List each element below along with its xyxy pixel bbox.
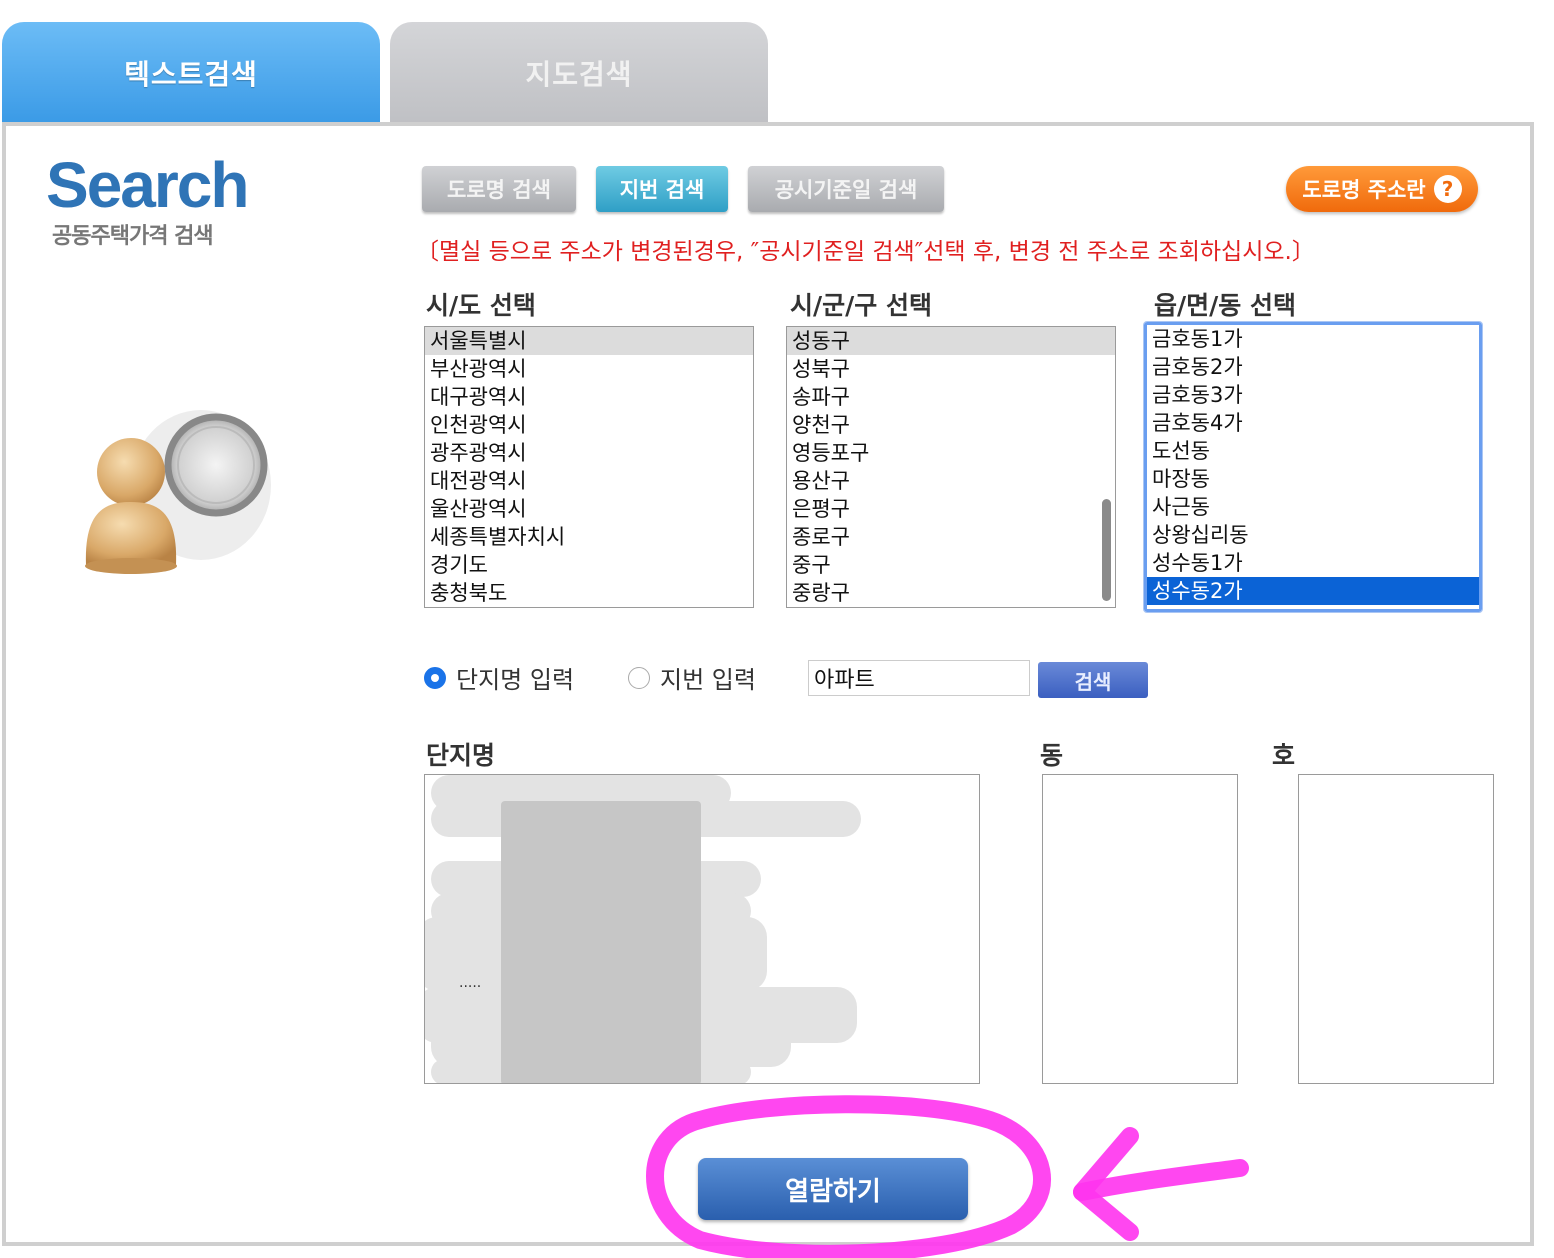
radio-complex-name[interactable]: 단지명 입력 xyxy=(424,660,574,695)
list-option[interactable]: 상왕십리동 xyxy=(1147,521,1479,549)
list-option[interactable]: 영등포구 xyxy=(787,439,1115,467)
eupmyeondong-listbox[interactable]: 금호동1가 금호동2가 금호동3가 금호동4가 도선동 마장동 사근동 상왕십리… xyxy=(1143,321,1483,613)
list-option[interactable]: 서울특별시 xyxy=(425,327,753,355)
list-option[interactable]: 금호동1가 xyxy=(1147,325,1479,353)
list-option[interactable]: 중랑구 xyxy=(787,579,1115,607)
question-icon: ? xyxy=(1433,175,1462,203)
logo-subtitle: 공동주택가격 검색 xyxy=(52,224,214,249)
lot-number-search-button[interactable]: 지번 검색 xyxy=(596,166,728,212)
sido-listbox[interactable]: 서울특별시 부산광역시 대구광역시 인천광역시 광주광역시 대전광역시 울산광역… xyxy=(424,326,754,608)
list-option[interactable]: 성동구 xyxy=(787,327,1115,355)
notice-date-search-button[interactable]: 공시기준일 검색 xyxy=(748,166,944,212)
list-option[interactable]: 경기도 xyxy=(425,551,753,579)
list-option[interactable]: 마장동 xyxy=(1147,465,1479,493)
list-option[interactable]: 대구광역시 xyxy=(425,383,753,411)
tab-text-search[interactable]: 텍스트검색 xyxy=(2,22,380,124)
list-option[interactable]: 도선동 xyxy=(1147,437,1479,465)
notice-text: 〔멸실 등으로 주소가 변경된경우, ″공시기준일 검색″선택 후, 변경 전 … xyxy=(416,239,1315,265)
list-option[interactable]: 양천구 xyxy=(787,411,1115,439)
list-option[interactable]: 사근동 xyxy=(1147,493,1479,521)
radio-checked-icon[interactable] xyxy=(424,666,446,689)
redacted-block xyxy=(501,801,701,1083)
eupmyeondong-label: 읍/면/동 선택 xyxy=(1154,291,1296,320)
list-option[interactable]: 성북구 xyxy=(787,355,1115,383)
search-button[interactable]: 검색 xyxy=(1038,662,1148,698)
list-option[interactable]: 충청북도 xyxy=(425,579,753,607)
radio-lot-input-label: 지번 입력 xyxy=(660,666,756,694)
list-option[interactable]: 중구 xyxy=(787,551,1115,579)
listbox-scrollbar[interactable] xyxy=(1102,499,1111,601)
list-option[interactable]: 부산광역시 xyxy=(425,355,753,383)
road-address-info-button[interactable]: 도로명 주소란 ? xyxy=(1286,166,1478,212)
list-option[interactable]: 인천광역시 xyxy=(425,411,753,439)
list-option[interactable]: 금호동2가 xyxy=(1147,353,1479,381)
view-button[interactable]: 열람하기 xyxy=(698,1158,968,1220)
logo-title: Search xyxy=(46,149,249,221)
complex-name-label: 단지명 xyxy=(426,741,496,770)
list-option[interactable]: 은평구 xyxy=(787,495,1115,523)
radio-unchecked-icon[interactable] xyxy=(628,666,650,689)
list-option[interactable]: 금호동4가 xyxy=(1147,409,1479,437)
ho-label: 호 xyxy=(1272,741,1296,770)
list-option[interactable]: 송파구 xyxy=(787,383,1115,411)
list-option-selected[interactable]: 성수동2가 xyxy=(1147,577,1479,605)
radio-lot-input[interactable]: 지번 입력 xyxy=(628,660,756,695)
list-option[interactable]: 대전광역시 xyxy=(425,467,753,495)
list-option[interactable]: 성수동1가 xyxy=(1147,549,1479,577)
ho-listbox[interactable] xyxy=(1298,774,1494,1084)
person-magnifier-illustration xyxy=(85,410,271,574)
list-option[interactable]: 세종특별자치시 xyxy=(425,523,753,551)
road-name-search-button[interactable]: 도로명 검색 xyxy=(422,166,576,212)
complex-name-listbox[interactable]: ..... xyxy=(424,774,980,1084)
list-option[interactable]: 광주광역시 xyxy=(425,439,753,467)
list-option[interactable]: 금호동3가 xyxy=(1147,381,1479,409)
radio-complex-name-label: 단지명 입력 xyxy=(456,666,575,694)
list-option[interactable]: 용산구 xyxy=(787,467,1115,495)
search-input[interactable] xyxy=(808,660,1030,696)
list-ellipsis: ..... xyxy=(459,975,482,991)
road-info-label: 도로명 주소란 xyxy=(1302,178,1426,202)
tab-map-search[interactable]: 지도검색 xyxy=(390,22,768,124)
list-option[interactable]: 울산광역시 xyxy=(425,495,753,523)
list-option[interactable]: 종로구 xyxy=(787,523,1115,551)
dong-label: 동 xyxy=(1040,741,1064,770)
sido-label: 시/도 선택 xyxy=(426,291,536,320)
sigungu-listbox[interactable]: 성동구 성북구 송파구 양천구 영등포구 용산구 은평구 종로구 중구 중랑구 xyxy=(786,326,1116,608)
dong-listbox[interactable] xyxy=(1042,774,1238,1084)
sigungu-label: 시/군/구 선택 xyxy=(790,291,932,320)
